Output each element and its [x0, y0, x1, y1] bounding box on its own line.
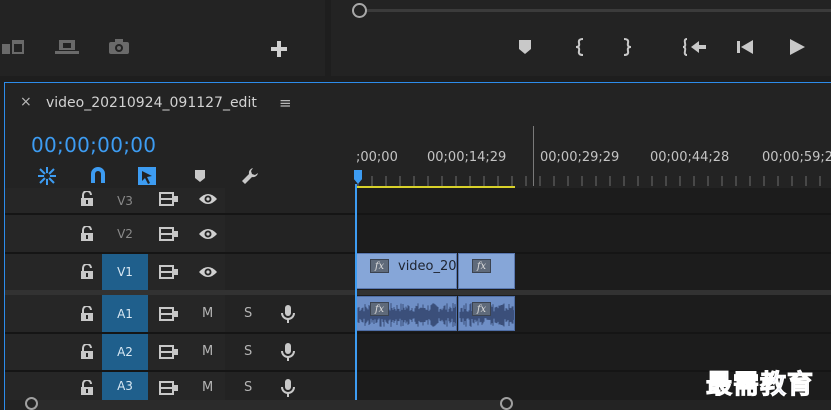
track-lane-v3[interactable] — [356, 188, 831, 213]
track-name-v2[interactable]: V2 — [102, 215, 148, 252]
zoom-scrollbar-right-handle[interactable] — [500, 397, 513, 410]
playhead-timecode[interactable]: 00;00;00;00 — [31, 133, 156, 157]
watermark-text: 最需教育 — [705, 370, 815, 401]
add-marker-icon[interactable] — [514, 36, 536, 58]
step-back-icon[interactable] — [733, 36, 757, 58]
fx-badge[interactable]: fx — [472, 259, 491, 273]
add-button-icon[interactable] — [266, 37, 292, 61]
track-name-a1[interactable]: A1 — [102, 295, 148, 332]
fx-badge[interactable]: fx — [370, 302, 389, 316]
ruler-label: 00;00;29;29 — [540, 150, 620, 165]
track-name-a3[interactable]: A3 — [102, 372, 148, 400]
eye-visibility-icon[interactable] — [197, 264, 219, 280]
eye-visibility-icon[interactable] — [197, 191, 219, 207]
sync-lock-icon[interactable] — [158, 379, 180, 397]
sync-lock-icon[interactable] — [158, 343, 180, 361]
ruler-label: ;00;00 — [356, 150, 398, 165]
playhead-scrub-track[interactable] — [360, 9, 831, 12]
mark-in-icon[interactable] — [570, 36, 590, 58]
solo-button[interactable]: S — [244, 344, 252, 359]
mark-out-icon[interactable] — [617, 36, 637, 58]
ruler-label: 00;00;14;29 — [427, 150, 507, 165]
ruler-label: 00;00;59;2 — [762, 150, 831, 165]
go-to-in-icon[interactable] — [682, 36, 708, 58]
sequence-tab-title[interactable]: video_20210924_091127_edit — [46, 95, 257, 111]
ruler-label: 00;00;44;28 — [650, 150, 730, 165]
export-frame-icon[interactable] — [106, 37, 132, 57]
sync-lock-icon[interactable] — [158, 305, 180, 323]
lock-icon[interactable] — [79, 343, 95, 361]
lock-icon[interactable] — [79, 379, 95, 397]
microphone-icon[interactable] — [280, 341, 296, 363]
mute-button[interactable]: M — [202, 306, 213, 321]
lock-icon[interactable] — [79, 225, 95, 243]
zoom-scrollbar-left-handle[interactable] — [25, 397, 38, 410]
nest-sequence-icon[interactable] — [36, 165, 58, 187]
snap-magnet-icon[interactable] — [87, 164, 109, 186]
video-clip-label: video_20 — [398, 259, 457, 274]
solo-button[interactable]: S — [244, 306, 252, 321]
linked-selection-icon[interactable] — [135, 164, 159, 188]
playhead-line[interactable] — [355, 184, 357, 410]
sync-lock-icon[interactable] — [158, 263, 180, 281]
track-name-v3[interactable]: V3 — [102, 188, 148, 213]
sync-lock-icon[interactable] — [158, 225, 180, 243]
lock-icon[interactable] — [79, 305, 95, 323]
insert-icon[interactable] — [0, 37, 30, 57]
add-marker-timeline-icon[interactable] — [191, 166, 209, 186]
lock-icon[interactable] — [79, 190, 95, 208]
mute-button[interactable]: M — [202, 380, 213, 395]
play-icon[interactable] — [786, 36, 808, 58]
playhead-scrub-handle[interactable] — [352, 3, 367, 18]
track-name-v1[interactable]: V1 — [102, 254, 148, 290]
eye-visibility-icon[interactable] — [197, 226, 219, 242]
fx-badge[interactable]: fx — [472, 302, 491, 316]
fx-badge[interactable]: fx — [370, 259, 389, 273]
sync-lock-icon[interactable] — [158, 190, 180, 208]
track-name-a2[interactable]: A2 — [102, 334, 148, 370]
zoom-scrollbar[interactable] — [30, 400, 510, 410]
track-lane-v2[interactable] — [356, 215, 831, 252]
lock-icon[interactable] — [79, 263, 95, 281]
overwrite-icon[interactable] — [52, 37, 82, 57]
microphone-icon[interactable] — [280, 303, 296, 325]
panel-menu-icon[interactable]: ≡ — [279, 94, 292, 112]
solo-button[interactable]: S — [244, 380, 252, 395]
mute-button[interactable]: M — [202, 344, 213, 359]
microphone-icon[interactable] — [280, 377, 296, 399]
close-tab-icon[interactable]: × — [20, 94, 32, 110]
wrench-settings-icon[interactable] — [238, 164, 262, 188]
